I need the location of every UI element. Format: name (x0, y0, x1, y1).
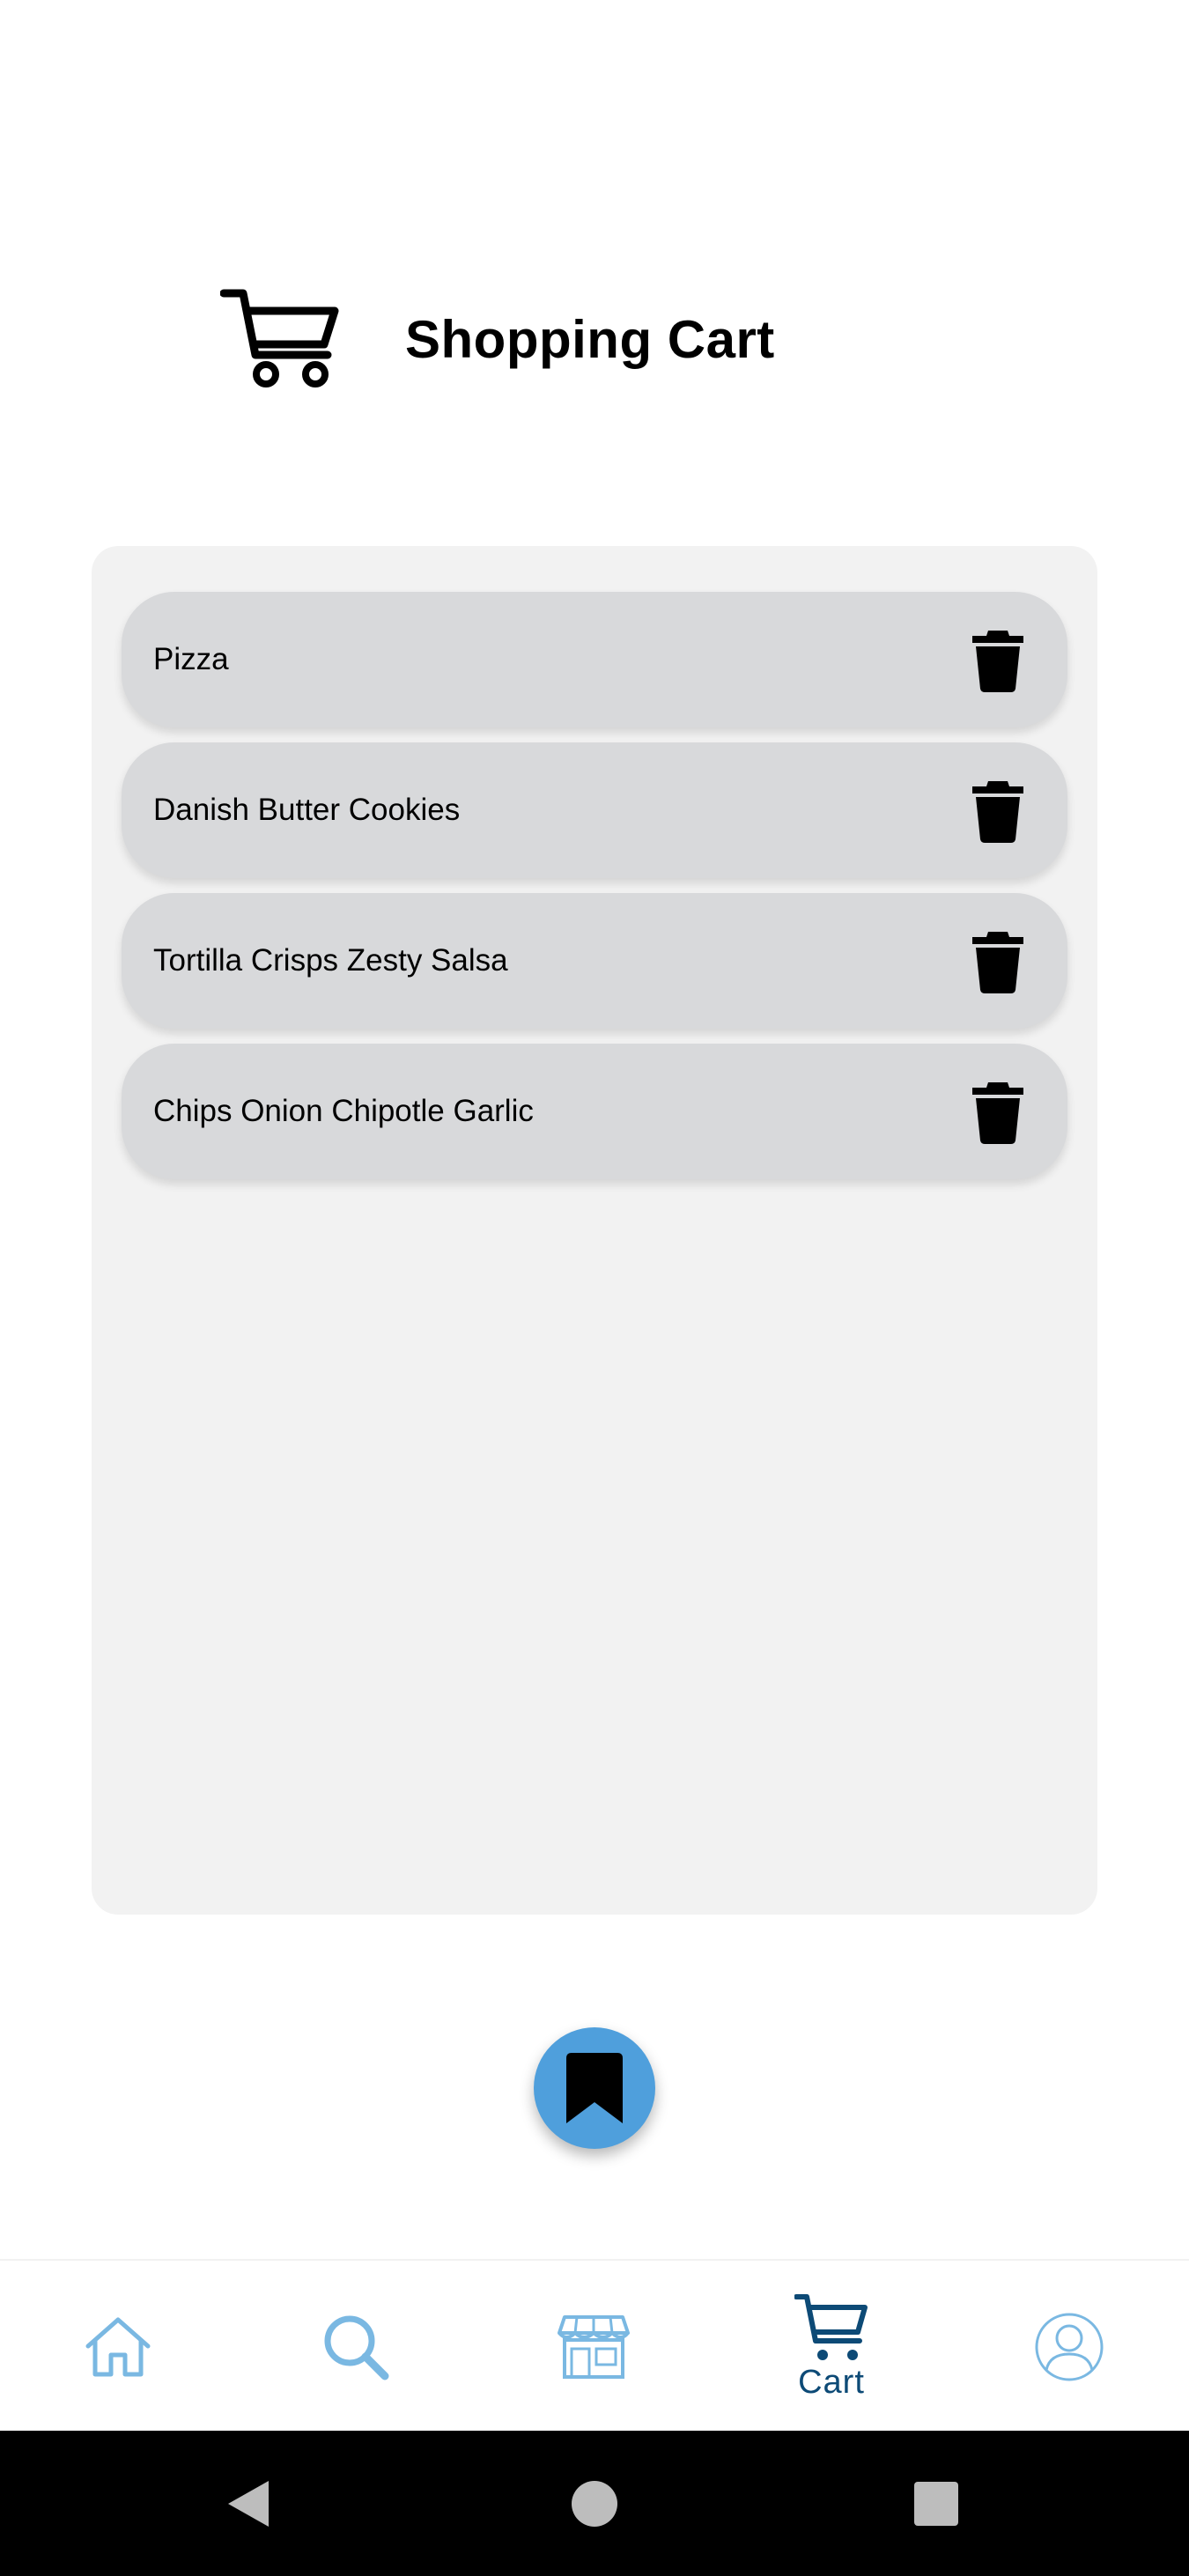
shopping-cart-icon (220, 289, 339, 388)
nav-item-home[interactable] (30, 2261, 206, 2432)
nav-item-cart[interactable]: Cart (743, 2261, 919, 2432)
nav-item-profile[interactable] (981, 2261, 1157, 2432)
recents-icon (914, 2481, 958, 2526)
profile-icon (1035, 2313, 1104, 2380)
delete-item-button[interactable] (971, 1079, 1025, 1144)
cart-item-name: Tortilla Crisps Zesty Salsa (153, 943, 508, 978)
shopping-cart-screen: Shopping Cart Pizza Danish Butter Cookie… (0, 0, 1189, 2576)
page-header: Shopping Cart (220, 282, 775, 396)
home-icon (85, 2317, 151, 2376)
system-recents-button[interactable] (875, 2431, 998, 2576)
delete-item-button[interactable] (971, 627, 1025, 692)
trash-icon (972, 932, 1023, 993)
bookmark-icon (566, 2053, 623, 2123)
nav-item-search[interactable] (268, 2261, 444, 2432)
cart-item-name: Chips Onion Chipotle Garlic (153, 1094, 534, 1128)
cart-icon (794, 2294, 868, 2360)
cart-item-name: Danish Butter Cookies (153, 793, 461, 827)
cart-item[interactable]: Danish Butter Cookies (122, 742, 1067, 878)
cart-item[interactable]: Pizza (122, 592, 1067, 727)
trash-icon (972, 781, 1023, 843)
delete-item-button[interactable] (971, 778, 1025, 843)
system-navigation-bar (0, 2431, 1189, 2576)
cart-item[interactable]: Tortilla Crisps Zesty Salsa (122, 893, 1067, 1029)
page-title: Shopping Cart (405, 309, 775, 369)
nav-item-store[interactable] (506, 2261, 682, 2432)
home-circle-icon (572, 2480, 617, 2527)
cart-item[interactable]: Chips Onion Chipotle Garlic (122, 1044, 1067, 1179)
trash-icon (972, 631, 1023, 692)
delete-item-button[interactable] (971, 928, 1025, 993)
cart-items-panel: Pizza Danish Butter Cookies Tortilla Cri… (92, 546, 1097, 1915)
cart-item-name: Pizza (153, 642, 229, 676)
nav-label-cart: Cart (798, 2364, 865, 2401)
search-icon (324, 2315, 389, 2380)
system-home-button[interactable] (533, 2431, 656, 2576)
bottom-navigation: Cart (0, 2259, 1189, 2431)
trash-icon (972, 1082, 1023, 1144)
bookmark-fab-button[interactable] (534, 2027, 655, 2149)
back-icon (228, 2480, 269, 2527)
system-back-button[interactable] (187, 2431, 310, 2576)
store-icon (558, 2314, 630, 2379)
